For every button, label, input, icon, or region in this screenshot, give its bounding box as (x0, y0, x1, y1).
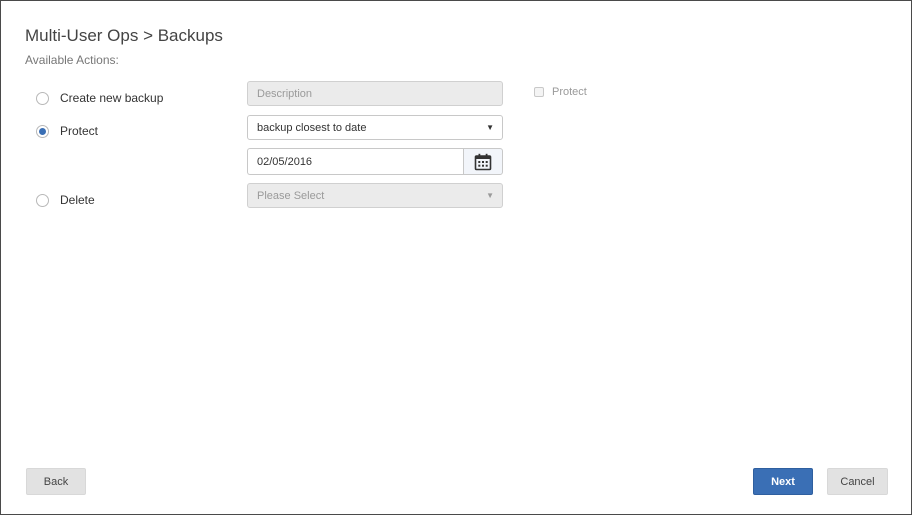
radio-delete[interactable]: Delete (36, 193, 95, 207)
radio-label-protect: Protect (60, 124, 99, 138)
calendar-button[interactable] (463, 148, 503, 175)
backups-dialog: Multi-User Ops > Backups Available Actio… (0, 0, 912, 515)
radio-create-new-backup[interactable]: Create new backup (36, 91, 163, 105)
description-placeholder: Description (257, 87, 313, 100)
page-title: Multi-User Ops > Backups (25, 26, 223, 45)
protect-mode-select[interactable]: backup closest to date ▼ (247, 115, 503, 140)
chevron-down-icon: ▼ (486, 123, 494, 132)
radio-button-protect[interactable] (36, 124, 49, 138)
delete-select-placeholder: Please Select (257, 189, 325, 202)
back-button[interactable]: Back (26, 468, 86, 495)
radio-label-delete: Delete (60, 193, 95, 207)
radio-protect[interactable]: Protect (36, 124, 98, 138)
radio-button-create[interactable] (36, 91, 49, 105)
radio-label-create: Create new backup (60, 91, 164, 105)
protect-checkbox-label: Protect (552, 86, 587, 98)
protect-checkbox-row[interactable]: Protect (534, 86, 587, 98)
date-picker: 02/05/2016 (247, 148, 503, 175)
cancel-button[interactable]: Cancel (827, 468, 888, 495)
next-button[interactable]: Next (753, 468, 813, 495)
calendar-icon (474, 153, 492, 170)
protect-checkbox[interactable] (534, 87, 544, 97)
delete-select[interactable]: Please Select ▼ (247, 183, 503, 208)
radio-button-delete[interactable] (36, 193, 49, 207)
date-input[interactable]: 02/05/2016 (247, 148, 463, 175)
description-input[interactable]: Description (247, 81, 503, 106)
chevron-down-icon: ▼ (486, 191, 494, 200)
date-value: 02/05/2016 (257, 155, 313, 168)
protect-mode-value: backup closest to date (257, 121, 367, 134)
available-actions-label: Available Actions: (25, 53, 119, 67)
